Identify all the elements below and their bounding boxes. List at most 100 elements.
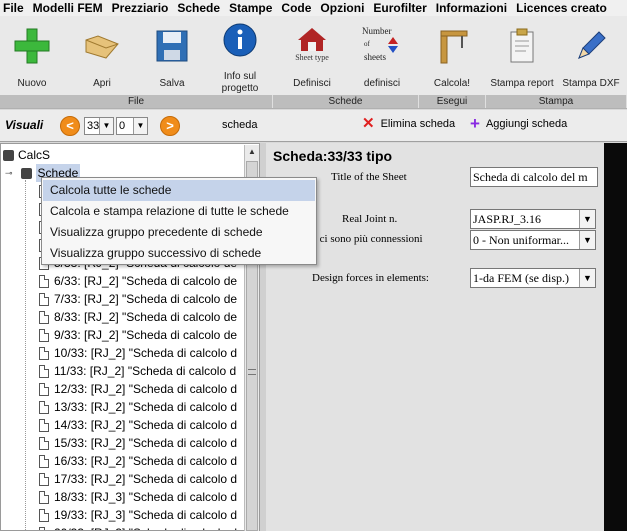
elimina-scheda-button[interactable]: ✕ Elimina scheda [362,116,456,131]
tree-item[interactable]: 18/33: [RJ_3] "Scheda di calcolo d [39,488,237,506]
tree-item[interactable]: 8/33: [RJ_2] "Scheda di calcolo de [39,308,237,326]
menu-informazioni[interactable]: Informazioni [433,0,513,16]
sheets-caption: sheets [364,52,386,62]
title-of-sheet-input[interactable]: Scheda di calcolo del m [470,167,598,187]
chevron-down-icon[interactable]: ▼ [579,269,595,287]
salva-button[interactable]: Salva [146,16,198,94]
tree-item[interactable]: 13/33: [RJ_2] "Scheda di calcolo d [39,398,237,416]
add-icon: + [470,114,480,133]
tree-item[interactable]: 6/33: [RJ_2] "Scheda di calcolo de [39,272,237,290]
menu-item-calcola-tutte[interactable]: Calcola tutte le schede [43,180,315,201]
real-joint-value: JASP.RJ_3.16 [473,212,542,226]
collapse-icon[interactable]: ⊸ [5,164,13,182]
tree-item[interactable]: 19/33: [RJ_3] "Scheda di calcolo d [39,506,237,524]
tree-item[interactable]: 11/33: [RJ_2] "Scheda di calcolo d [39,362,236,380]
chevron-down-icon[interactable]: ▼ [133,118,147,134]
tree-item-label: 14/33: [RJ_2] "Scheda di calcolo d [54,418,238,432]
connessioni-select[interactable]: 0 - Non uniformar... ▼ [470,230,596,250]
tree-item-label: 18/33: [RJ_3] "Scheda di calcolo d [54,490,238,504]
stampa-dxf-label: Stampa DXF [562,78,620,89]
info-icon [223,23,257,57]
chevron-right-icon: > [166,118,174,133]
aggiungi-scheda-label: Aggiungi scheda [485,118,568,130]
menu-file[interactable]: File [0,0,30,16]
menu-opzioni[interactable]: Opzioni [317,0,370,16]
tree-connector [25,180,26,530]
menu-modelli-fem[interactable]: Modelli FEM [30,0,109,16]
next-sheet-button[interactable]: > [160,116,180,136]
tree-item[interactable]: 9/33: [RJ_2] "Scheda di calcolo de [39,326,237,344]
menu-item-gruppo-successivo[interactable]: Visualizza gruppo successivo di schede [43,243,315,264]
document-icon [39,526,49,530]
design-forces-select[interactable]: 1-da FEM (se disp.) ▼ [470,268,596,288]
document-icon [39,508,49,522]
tree-item[interactable]: 15/33: [RJ_2] "Scheda di calcolo d [39,434,237,452]
definisci-sheet-type-button[interactable]: Sheet type Definisci [284,16,340,94]
tree-item[interactable]: 17/33: [RJ_2] "Scheda di calcolo d [39,470,237,488]
tree-item[interactable]: 12/33: [RJ_2] "Scheda di calcolo d [39,380,237,398]
document-icon [39,328,49,342]
info-progetto-button[interactable]: Info sul progetto [210,16,270,94]
ribbon: Nuovo Apri Salva Info sul progetto Sheet… [0,16,627,109]
menu-stampe[interactable]: Stampe [226,0,278,16]
menu-item-calcola-stampa[interactable]: Calcola e stampa relazione di tutte le s… [43,201,315,222]
definisci-number-sheets-button[interactable]: Number of sheets definisci [354,16,410,94]
aggiungi-scheda-button[interactable]: + Aggiungi scheda [470,114,568,133]
tree-item[interactable]: 14/33: [RJ_2] "Scheda di calcolo d [39,416,237,434]
tree-item[interactable]: 7/33: [RJ_2] "Scheda di calcolo de [39,290,237,308]
tree-item-label: 6/33: [RJ_2] "Scheda di calcolo de [54,274,238,288]
apri-button[interactable]: Apri [76,16,128,94]
tree-item[interactable]: 20/33: [RJ_3] "Scheda di calcolo d [39,524,237,530]
tree-item-label: 11/33: [RJ_2] "Scheda di calcolo d [54,364,237,378]
elimina-scheda-label: Elimina scheda [380,118,456,130]
folder-icon [85,35,119,59]
tree-item[interactable]: 16/33: [RJ_2] "Scheda di calcolo d [39,452,237,470]
menu-code[interactable]: Code [278,0,317,16]
menu-eurofilter[interactable]: Eurofilter [370,0,432,16]
number-caption: Number [362,26,392,36]
tree-item-label: 16/33: [RJ_2] "Scheda di calcolo d [54,454,238,468]
chevron-left-icon: < [66,118,74,133]
chevron-down-icon[interactable]: ▼ [99,118,113,134]
sheet-group-select[interactable]: 0 ▼ [116,117,148,135]
group-schede: Schede [273,95,419,108]
sheet-group-value: 0 [119,120,126,132]
document-icon [39,400,49,414]
scheda-label: scheda [222,119,258,131]
tree-item[interactable]: 10/33: [RJ_2] "Scheda di calcolo d [39,344,237,362]
tree-root[interactable]: CalcS [3,146,50,164]
nuovo-button[interactable]: Nuovo [6,16,58,94]
tree-item-label: 12/33: [RJ_2] "Scheda di calcolo d [54,382,238,396]
document-icon [39,310,49,324]
prev-sheet-button[interactable]: < [60,116,80,136]
group-esegui: Esegui [419,95,486,108]
stampa-report-label: Stampa report [490,78,554,89]
menu-prezziario[interactable]: Prezziario [109,0,175,16]
chevron-down-icon[interactable]: ▼ [579,231,595,249]
plus-icon [14,28,50,64]
salva-label: Salva [159,78,185,89]
stampa-dxf-button[interactable]: Stampa DXF [558,16,624,94]
tree-item-label: 15/33: [RJ_2] "Scheda di calcolo d [54,436,238,450]
connessioni-label: e ci sono più connessioni [312,233,423,245]
cube-icon [20,167,32,179]
calcola-button[interactable]: Calcola! [424,16,480,94]
sheet-number-select[interactable]: 33 ▼ [84,117,114,135]
menu-licences[interactable]: Licences creato [513,0,613,16]
tree-item-label: 8/33: [RJ_2] "Scheda di calcolo de [54,310,238,324]
group-stampa: Stampa [486,95,627,108]
of-caption: of [364,40,370,48]
document-icon [39,292,49,306]
calcola-label: Calcola! [433,78,471,89]
connessioni-value: 0 - Non uniformar... [473,233,569,247]
real-joint-select[interactable]: JASP.RJ_3.16 ▼ [470,209,596,229]
scroll-up-icon[interactable]: ▲ [245,145,259,159]
tree-root-label: CalcS [18,148,51,162]
stampa-report-button[interactable]: Stampa report [486,16,558,94]
menu-item-gruppo-precedente[interactable]: Visualizza gruppo precedente di schede [43,222,315,243]
floppy-icon [156,30,188,62]
menu-schede[interactable]: Schede [174,0,226,16]
chevron-down-icon[interactable]: ▼ [579,210,595,228]
tree-item-label: 19/33: [RJ_3] "Scheda di calcolo d [54,508,238,522]
document-icon [39,418,49,432]
